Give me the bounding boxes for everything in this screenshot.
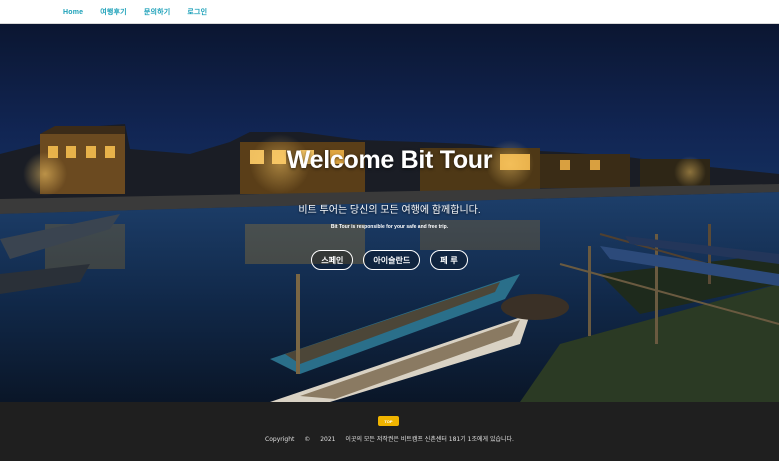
hero-tagline: Bit Tour is responsible for your safe an… <box>330 224 449 230</box>
peru-button[interactable]: 페 루 <box>430 250 468 270</box>
scroll-top-button[interactable]: TOP <box>378 416 399 426</box>
nav-home-link[interactable]: Home <box>63 9 83 16</box>
iceland-button[interactable]: 아이슬란드 <box>363 250 421 270</box>
nav-login-link[interactable]: 로그인 <box>187 7 207 17</box>
spain-button[interactable]: 스페인 <box>311 250 354 270</box>
hero-title: Welcome Bit Tour <box>286 146 493 174</box>
top-navbar: Home 여행후기 문의하기 로그인 <box>0 0 779 24</box>
nav-links: Home 여행후기 문의하기 로그인 <box>63 0 207 24</box>
nav-reviews-link[interactable]: 여행후기 <box>100 7 127 17</box>
copyright-year: 2021 <box>320 436 336 443</box>
footer: TOP Copyright © 2021 이곳의 모든 저작권은 비트캠프 신촌… <box>0 402 779 461</box>
destination-buttons: 스페인 아이슬란드 페 루 <box>0 250 779 270</box>
nav-inquiry-link[interactable]: 문의하기 <box>144 7 171 17</box>
hero-subtitle: 비트 투어는 당신의 모든 여행에 함께합니다. <box>298 205 481 216</box>
hero-section: Welcome Bit Tour 비트 투어는 당신의 모든 여행에 함께합니다… <box>0 24 779 402</box>
copyright-label: Copyright <box>265 436 295 443</box>
copyright-rights-text: 이곳의 모든 저작권은 비트캠프 신촌센터 181기 1조에게 있습니다. <box>345 436 514 443</box>
copyright-line: Copyright © 2021 이곳의 모든 저작권은 비트캠프 신촌센터 1… <box>0 434 779 443</box>
copyright-symbol: © <box>304 436 311 443</box>
